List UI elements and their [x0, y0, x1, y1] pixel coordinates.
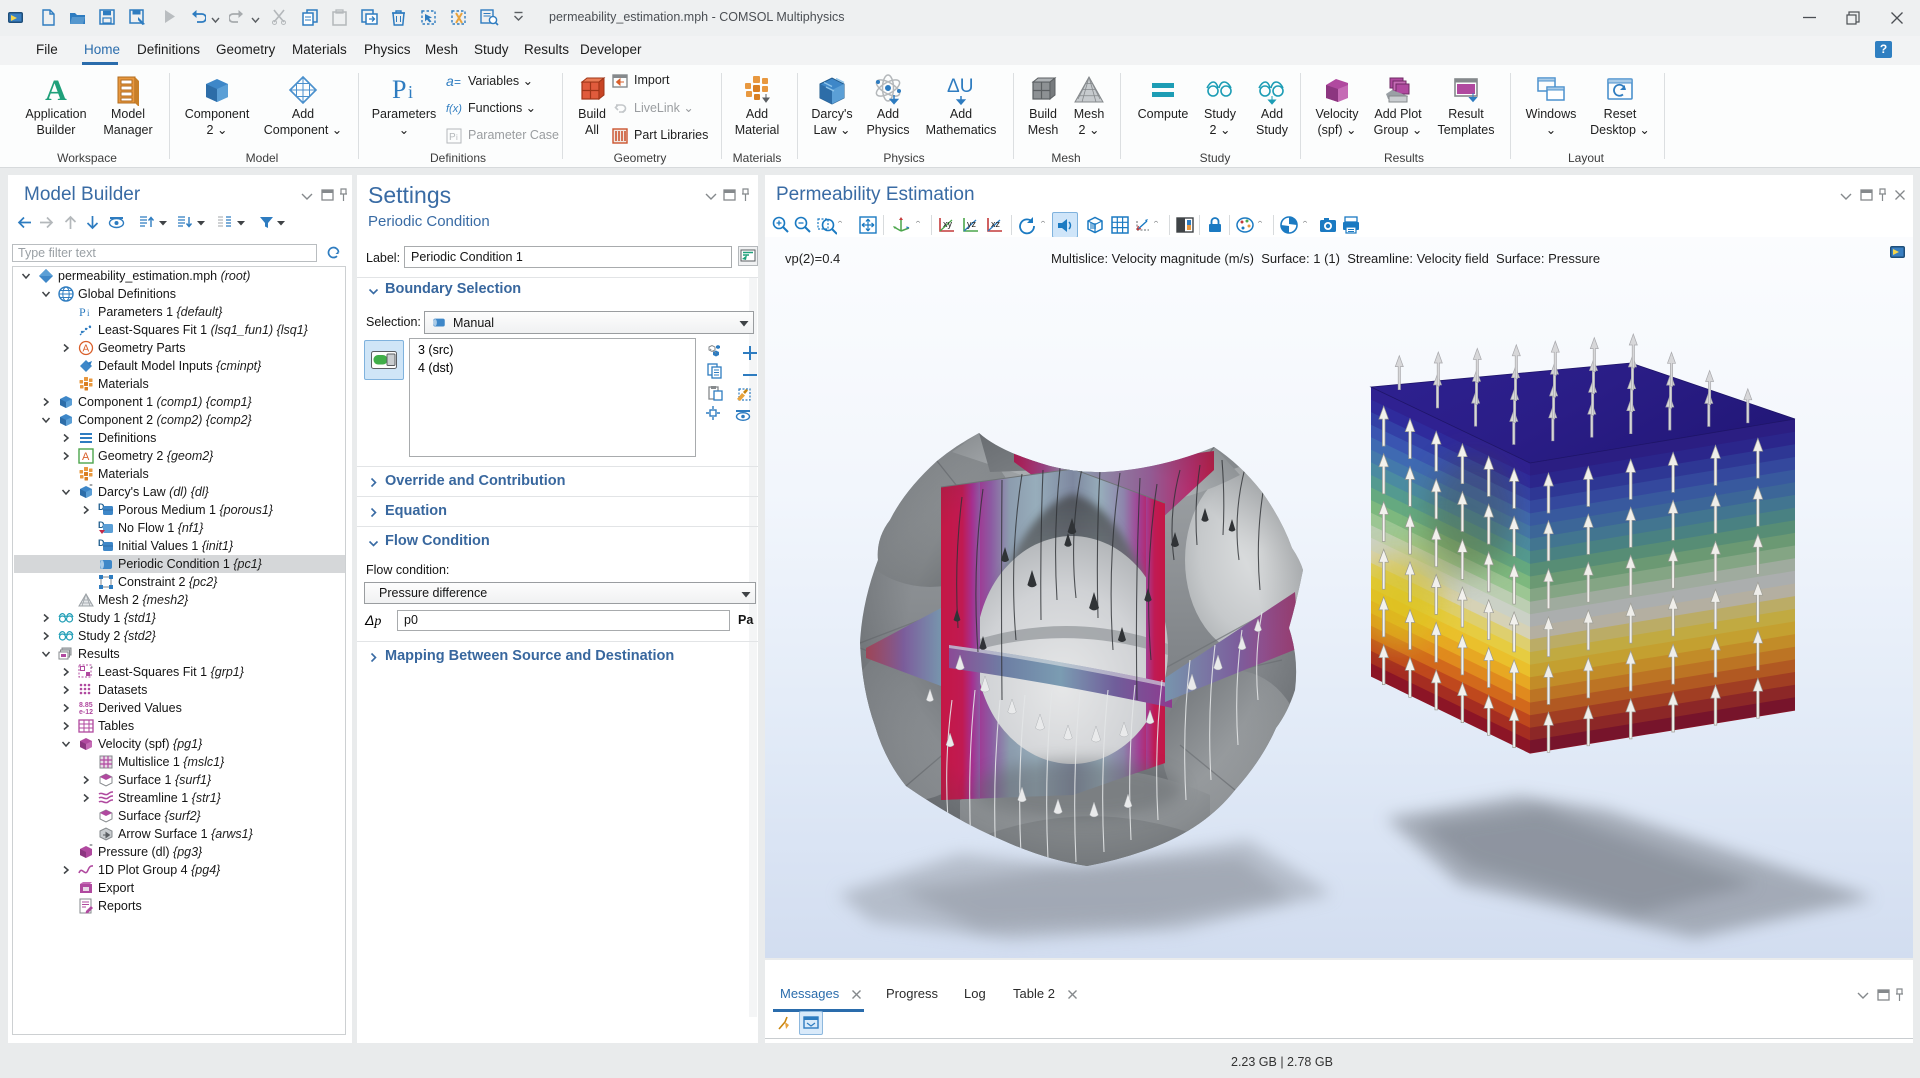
svg-text:yz: yz [967, 219, 977, 229]
svg-text:xy: xy [943, 219, 953, 229]
svg-text:A: A [82, 451, 90, 463]
svg-text:xz: xz [991, 219, 1001, 229]
svg-text:e-12: e-12 [79, 709, 93, 716]
svg-text:8.85: 8.85 [79, 702, 93, 709]
svg-text:A: A [45, 74, 67, 106]
svg-text:P: P [79, 305, 86, 319]
svg-text:a: a [446, 73, 454, 89]
svg-text:f(x): f(x) [446, 103, 462, 115]
svg-text:P: P [392, 75, 406, 104]
svg-text:=: = [454, 75, 461, 89]
svg-text:A: A [83, 344, 90, 355]
svg-text:ΔU: ΔU [947, 76, 973, 97]
svg-text:i: i [456, 133, 458, 142]
svg-text:P: P [449, 132, 456, 143]
svg-text:i: i [408, 82, 413, 102]
svg-text:i: i [87, 308, 90, 318]
